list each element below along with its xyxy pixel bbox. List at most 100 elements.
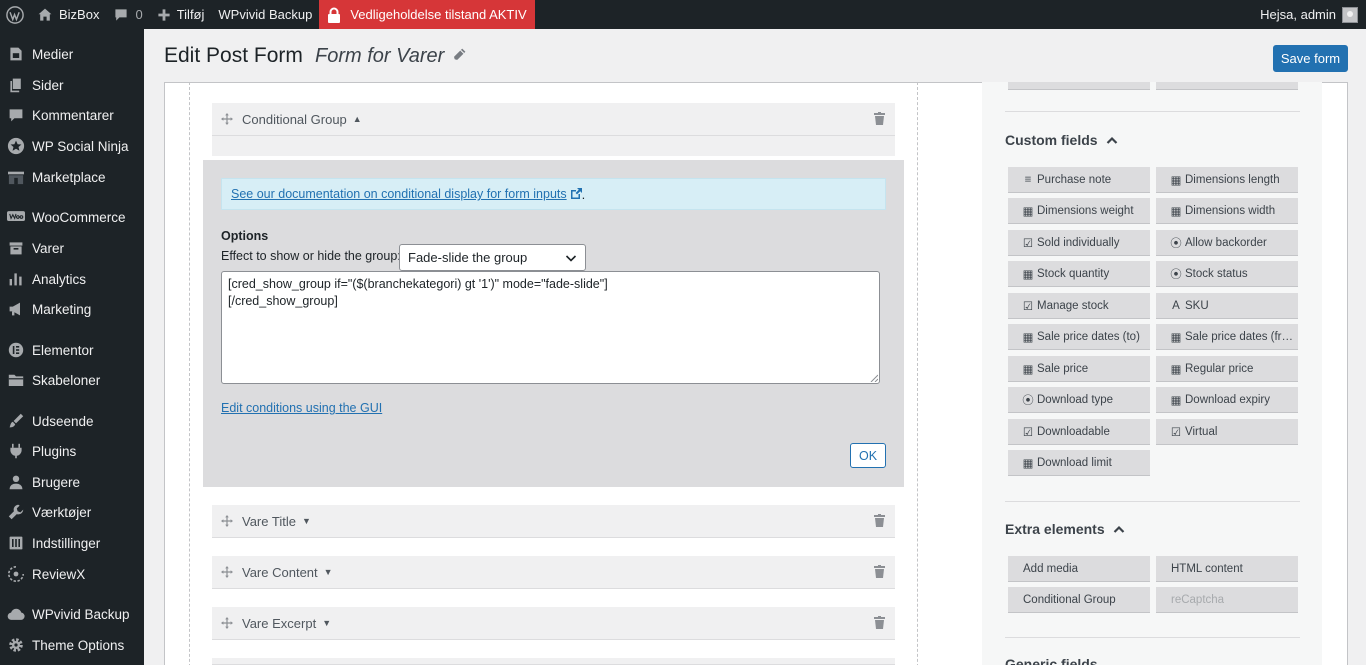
chevron-up-icon [1113,525,1124,533]
effect-select[interactable]: Fade-slide the group [399,244,586,271]
custom-field-chip[interactable]: ▦ Download limit [1008,450,1150,476]
field-row-vare-title[interactable]: Vare Title ▼ [212,505,895,538]
caret-down-icon[interactable]: ▼ [302,516,311,526]
custom-field-chip[interactable]: ☑ Manage stock [1008,293,1150,319]
custom-field-chip[interactable]: ☑ Virtual [1156,419,1298,445]
trash-icon[interactable] [874,112,885,128]
trash-icon[interactable] [874,565,885,581]
field-row-vare-excerpt[interactable]: Vare Excerpt ▼ [212,607,895,640]
sidebar-item-varer[interactable]: Varer [0,233,144,263]
wordpress-logo-icon[interactable] [0,0,30,29]
caret-down-icon[interactable]: ▼ [322,618,331,628]
reviewx-icon [0,566,32,582]
sidebar-item-woocommerce[interactable]: WooCommerce [0,202,144,232]
sidebar-item-brugere[interactable]: Brugere [0,467,144,497]
custom-field-chip[interactable]: ☑ Sold individually [1008,230,1150,256]
custom-field-chip[interactable]: A SKU [1156,293,1298,319]
edit-pencil-icon[interactable] [451,47,467,66]
checkbox-icon: ☑ [1022,426,1034,439]
field-row-partial[interactable] [212,658,895,665]
checkbox-icon: ☑ [1022,300,1034,313]
doc-link[interactable]: See our documentation on conditional dis… [231,187,567,201]
brush-icon [0,413,32,429]
sidebar-item-theme-options[interactable]: Theme Options [0,630,144,660]
sidebar-item-plugins[interactable]: Plugins [0,436,144,466]
sidebar-item-sider[interactable]: Sider [0,70,144,100]
move-handle-icon[interactable] [212,566,242,578]
cloud-icon [0,607,32,621]
custom-field-chip[interactable]: ⦿ Stock status [1156,261,1298,287]
wpvivid-link[interactable]: WPvivid Backup [211,0,319,29]
comments-link[interactable]: 0 [106,0,149,29]
sidebar-item-indstillinger[interactable]: Indstillinger [0,528,144,558]
custom-field-chip[interactable]: ≡ Purchase note [1008,167,1150,193]
custom-field-chip[interactable]: ▦ Regular price [1156,356,1298,382]
chip-label: Download expiry [1185,393,1271,406]
custom-field-chip[interactable]: ▦ Dimensions weight [1008,198,1150,224]
move-handle-icon[interactable] [212,113,242,125]
caret-down-icon[interactable]: ▼ [324,567,333,577]
custom-field-chip[interactable]: ▦ Sale price dates (to) [1008,324,1150,350]
caret-up-icon[interactable]: ▲ [353,114,362,124]
sidebar-item-label: WPvivid Backup [32,606,130,622]
maintenance-mode-badge[interactable]: Vedligeholdelse tilstand AKTIV [319,0,535,29]
comment-bubble-icon [115,8,128,21]
extra-elements-toggle[interactable]: Extra elements [1005,521,1125,537]
save-form-button[interactable]: Save form [1273,45,1348,72]
sidebar-item-skabeloner[interactable]: Skabeloner [0,365,144,395]
trash-icon[interactable] [874,616,885,632]
chip-label: HTML content [1171,562,1243,575]
chip-label: Conditional Group [1023,593,1116,606]
trash-icon[interactable] [874,514,885,530]
custom-field-chip[interactable]: ⦿ Download type [1008,387,1150,413]
add-new-link[interactable]: Tilføj [150,0,212,29]
shortcode-textarea[interactable]: [cred_show_group if="($(branchekategori)… [221,271,880,384]
chip-partial[interactable] [1156,82,1298,90]
custom-field-chip[interactable]: ▦ Stock quantity [1008,261,1150,287]
chip-label: SKU [1185,299,1209,312]
custom-field-chip[interactable]: ▦ Dimensions width [1156,198,1298,224]
resize-grip-icon[interactable] [870,374,878,382]
sidebar-item-marketing[interactable]: Marketing [0,294,144,324]
field-row-vare-content[interactable]: Vare Content ▼ [212,556,895,589]
custom-field-chip[interactable]: ▦ Download expiry [1156,387,1298,413]
sidebar-item-medier[interactable]: Medier [0,39,144,69]
plus-icon [158,8,170,21]
field-label: Vare Content [242,564,318,580]
section-divider [1005,501,1300,502]
custom-field-chip[interactable]: ⦿ Allow backorder [1156,230,1298,256]
custom-field-chip[interactable]: ☑ Downloadable [1008,419,1150,445]
edit-conditions-gui-link[interactable]: Edit conditions using the GUI [221,401,382,415]
sidebar-item-wp-social-ninja[interactable]: WP Social Ninja [0,131,144,161]
extra-add-media[interactable]: Add media [1008,556,1150,582]
custom-field-chip[interactable]: ▦ Dimensions length [1156,167,1298,193]
store-icon [0,169,32,185]
my-account-link[interactable]: Hejsa, admin [1253,0,1366,29]
custom-fields-toggle[interactable]: Custom fields [1005,132,1118,148]
chip-label: Downloadable [1037,425,1110,438]
site-name-link[interactable]: BizBox [30,0,106,29]
sidebar-item-udseende[interactable]: Udseende [0,406,144,436]
gear-icon [0,637,32,653]
sidebar-item-marketplace[interactable]: Marketplace [0,162,144,192]
sidebar-item-label: Sider [32,77,64,93]
sidebar-item-reviewx[interactable]: ReviewX [0,559,144,589]
chip-partial[interactable] [1008,82,1150,90]
sidebar-item-elementor[interactable]: Elementor [0,335,144,365]
sidebar-item-kommentarer[interactable]: Kommentarer [0,100,144,130]
sidebar-item-vaerktoejer[interactable]: Værktøjer [0,497,144,527]
generic-fields-toggle[interactable]: Generic fields [1005,656,1098,665]
archive-icon [0,240,32,256]
section-divider [1005,111,1300,112]
custom-field-chip[interactable]: ▦ Sale price [1008,356,1150,382]
users-icon [0,474,32,490]
ok-button[interactable]: OK [850,443,886,468]
move-handle-icon[interactable] [212,515,242,527]
custom-field-chip[interactable]: ▦ Sale price dates (fr… [1156,324,1298,350]
conditional-group-row[interactable]: Conditional Group ▲ [212,103,895,136]
move-handle-icon[interactable] [212,617,242,629]
sidebar-item-analytics[interactable]: Analytics [0,264,144,294]
extra-conditional-group[interactable]: Conditional Group [1008,587,1150,613]
sidebar-item-wpvivid-backup[interactable]: WPvivid Backup [0,599,144,629]
extra-html-content[interactable]: HTML content [1156,556,1298,582]
